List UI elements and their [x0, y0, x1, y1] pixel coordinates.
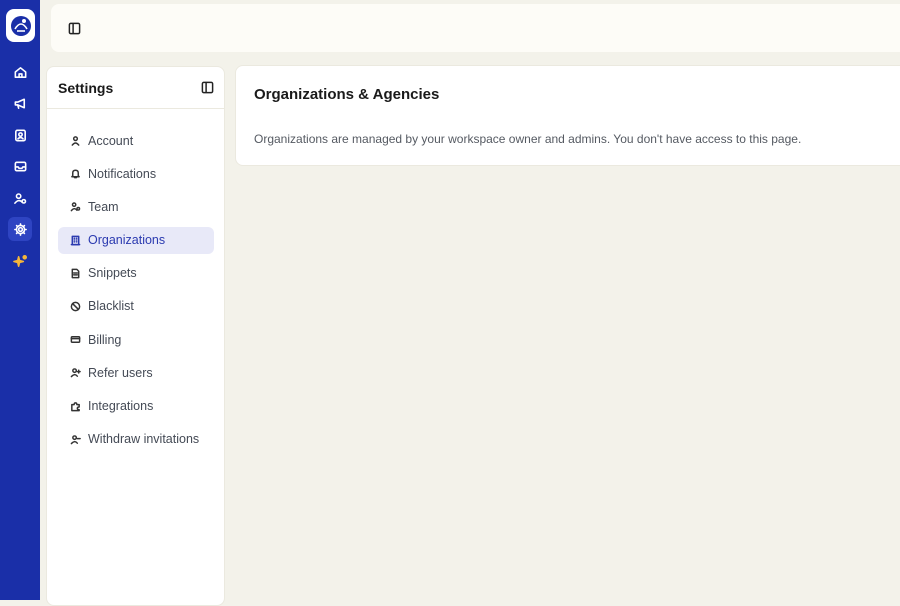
app-rail: [0, 0, 40, 600]
home-icon[interactable]: [8, 60, 32, 84]
document-icon: [69, 267, 81, 279]
contact-card-icon[interactable]: [8, 123, 32, 147]
ban-icon: [69, 300, 81, 312]
nav-item-label: Notifications: [88, 166, 157, 181]
nav-item-snippets[interactable]: Snippets: [58, 260, 214, 287]
nav-item-blacklist[interactable]: Blacklist: [58, 293, 214, 320]
settings-nav: Account Notifications Team Organizations…: [58, 127, 214, 459]
nav-item-withdraw-invitations[interactable]: Withdraw invitations: [58, 426, 214, 453]
users-settings-icon[interactable]: [8, 186, 32, 210]
nav-item-integrations[interactable]: Integrations: [58, 393, 214, 420]
organizations-card: Organizations & Agencies Organizations a…: [235, 65, 900, 166]
logo-icon: [10, 15, 31, 36]
nav-item-label: Account: [88, 133, 134, 148]
nav-item-refer-users[interactable]: Refer users: [58, 359, 214, 386]
collapse-panel-icon[interactable]: [200, 81, 214, 95]
nav-item-label: Billing: [88, 332, 122, 347]
bell-icon: [69, 168, 81, 180]
nav-item-account[interactable]: Account: [58, 127, 214, 154]
inbox-icon[interactable]: [8, 154, 32, 178]
nav-item-notifications[interactable]: Notifications: [58, 160, 214, 187]
settings-title: Settings: [58, 79, 114, 96]
nav-item-billing[interactable]: Billing: [58, 326, 214, 353]
sparkle-icon[interactable]: [8, 249, 32, 273]
nav-item-team[interactable]: Team: [58, 193, 214, 220]
team-icon: [69, 201, 81, 213]
nav-item-label: Team: [88, 199, 119, 214]
nav-item-label: Refer users: [88, 365, 153, 380]
app-logo[interactable]: [6, 9, 35, 42]
nav-item-label: Withdraw invitations: [88, 432, 200, 447]
nav-item-label: Organizations: [88, 233, 166, 248]
user-minus-icon: [69, 433, 81, 445]
top-bar: [51, 4, 900, 52]
megaphone-icon[interactable]: [8, 91, 32, 115]
nav-item-label: Integrations: [88, 399, 154, 413]
user-plus-icon: [69, 367, 81, 379]
settings-gear-icon[interactable]: [8, 217, 32, 241]
nav-item-organizations[interactable]: Organizations: [58, 226, 214, 254]
building-icon: [69, 234, 81, 246]
access-message: Organizations are managed by your worksp…: [254, 132, 802, 146]
credit-card-icon: [69, 334, 81, 346]
nav-item-label: Blacklist: [88, 299, 134, 314]
page-title: Organizations & Agencies: [254, 86, 440, 103]
settings-header: Settings: [47, 67, 224, 109]
nav-item-label: Snippets: [88, 266, 137, 281]
settings-panel: Settings Account Notifications Team Orga…: [46, 66, 225, 606]
user-icon: [69, 135, 81, 147]
puzzle-icon: [69, 400, 81, 412]
sidebar-toggle-icon[interactable]: [67, 21, 81, 35]
